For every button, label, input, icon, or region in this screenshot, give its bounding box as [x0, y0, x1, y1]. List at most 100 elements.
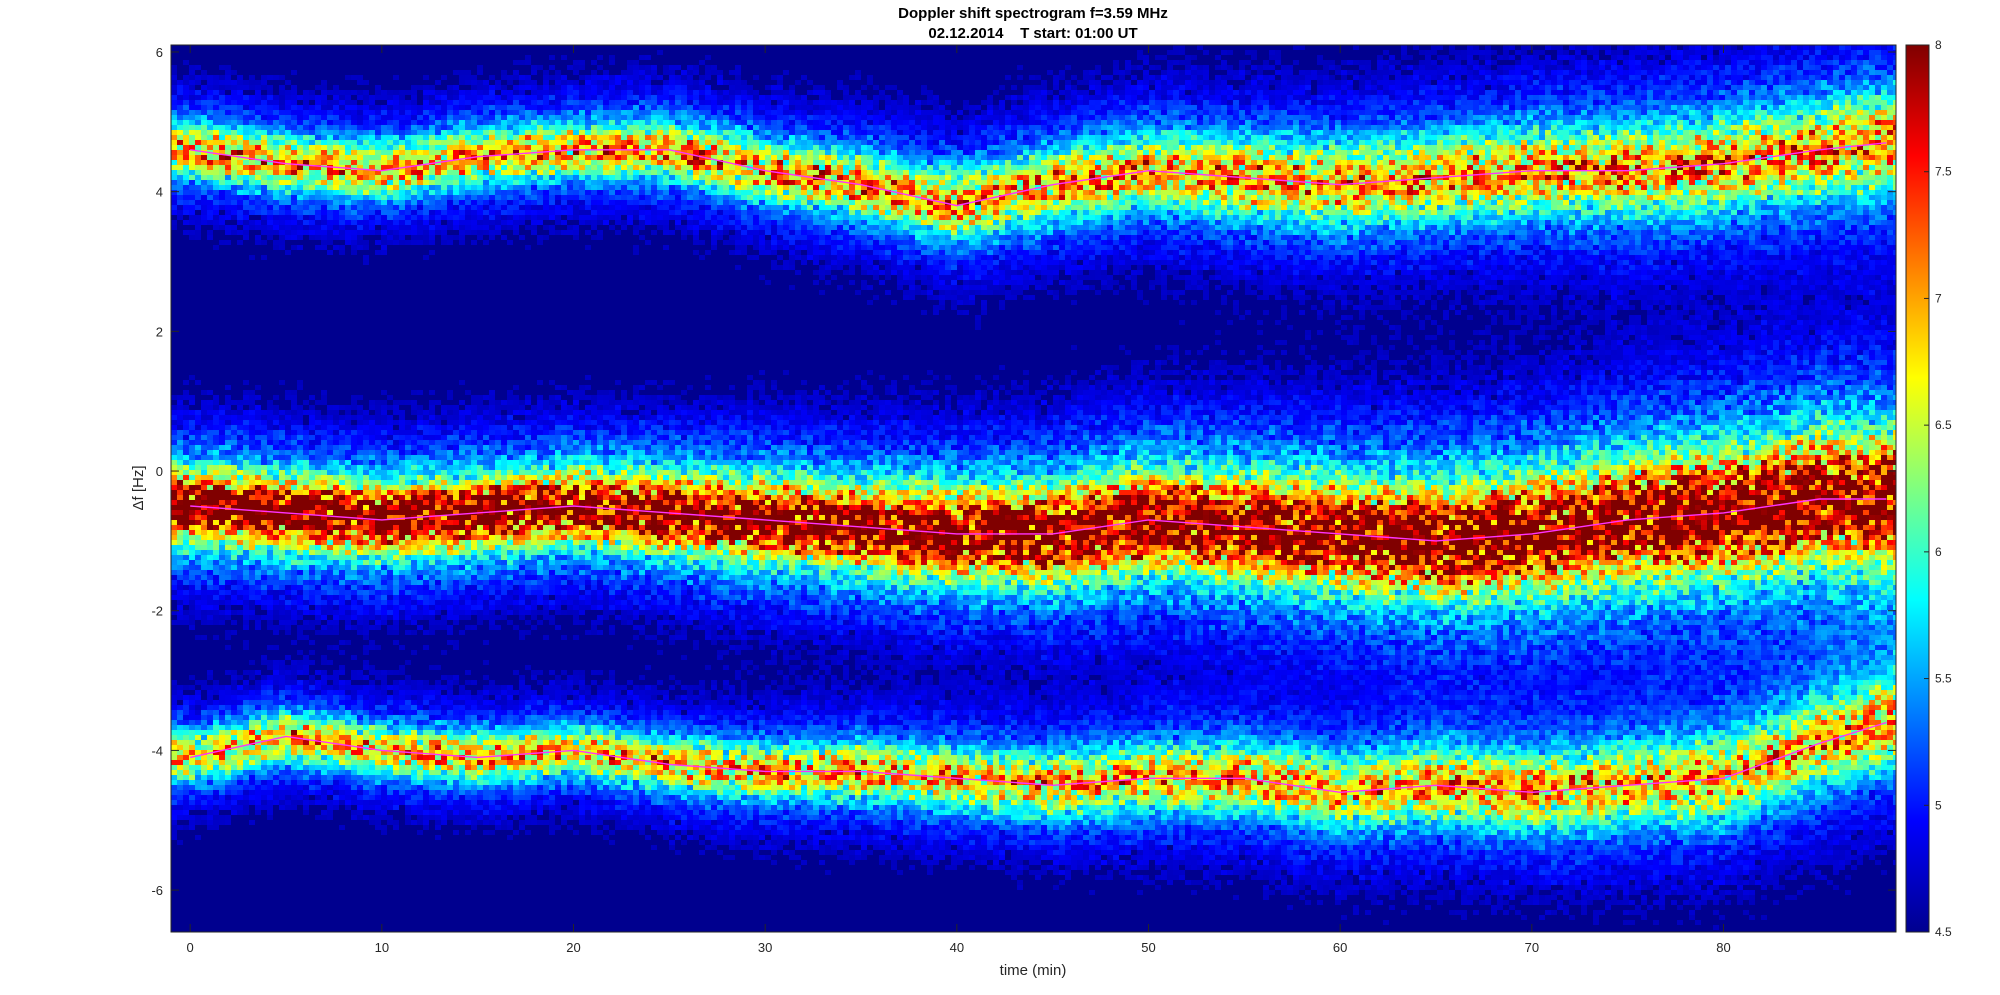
heatmap-cell: [177, 190, 183, 195]
heatmap-cell: [249, 170, 255, 175]
heatmap-cell: [213, 680, 219, 685]
heatmap-cell: [345, 695, 351, 700]
heatmap-cell: [387, 110, 393, 115]
heatmap-cell: [363, 505, 369, 510]
heatmap-cell: [405, 185, 411, 190]
heatmap-cell: [201, 585, 207, 590]
heatmap-cell: [195, 460, 201, 465]
heatmap-cell: [405, 775, 411, 780]
heatmap-cell: [321, 785, 327, 790]
heatmap-cell: [291, 425, 297, 430]
heatmap-cell: [369, 550, 375, 555]
heatmap-cell: [429, 250, 435, 255]
heatmap-cell: [321, 80, 327, 85]
heatmap-cell: [267, 620, 273, 625]
heatmap-cell: [189, 200, 195, 205]
heatmap-cell: [369, 520, 375, 525]
heatmap-cell: [201, 115, 207, 120]
heatmap-cell: [213, 400, 219, 405]
heatmap-cell: [303, 125, 309, 130]
heatmap-cell: [393, 190, 399, 195]
heatmap-cell: [195, 220, 201, 225]
heatmap-cell: [411, 570, 417, 575]
heatmap-cell: [339, 575, 345, 580]
heatmap-cell: [255, 615, 261, 620]
heatmap-cell: [243, 790, 249, 795]
heatmap-cell: [213, 550, 219, 555]
heatmap-cell: [387, 710, 393, 715]
heatmap-cell: [201, 525, 207, 530]
heatmap-cell: [195, 680, 201, 685]
heatmap-cell: [195, 575, 201, 580]
heatmap-cell: [273, 130, 279, 135]
heatmap-cell: [417, 215, 423, 220]
heatmap-cell: [261, 525, 267, 530]
heatmap-cell: [417, 220, 423, 225]
heatmap-cell: [441, 770, 447, 775]
heatmap-cell: [243, 85, 249, 90]
heatmap-cell: [267, 555, 273, 560]
heatmap-cell: [405, 135, 411, 140]
heatmap-cell: [393, 595, 399, 600]
heatmap-cell: [243, 585, 249, 590]
heatmap-cell: [375, 535, 381, 540]
heatmap-cell: [255, 430, 261, 435]
heatmap-cell: [357, 780, 363, 785]
heatmap-cell: [315, 460, 321, 465]
heatmap-cell: [273, 170, 279, 175]
heatmap-cell: [315, 630, 321, 635]
heatmap-cell: [303, 695, 309, 700]
heatmap-cell: [249, 570, 255, 575]
heatmap-cell: [339, 775, 345, 780]
heatmap-cell: [249, 800, 255, 805]
heatmap-cell: [285, 615, 291, 620]
heatmap-cell: [447, 425, 453, 430]
heatmap-cell: [393, 615, 399, 620]
heatmap-cell: [357, 415, 363, 420]
heatmap-cell: [369, 555, 375, 560]
heatmap-cell: [375, 140, 381, 145]
heatmap-cell: [405, 555, 411, 560]
heatmap-cell: [273, 450, 279, 455]
heatmap-cell: [333, 135, 339, 140]
heatmap-cell: [405, 175, 411, 180]
heatmap-cell: [351, 240, 357, 245]
heatmap-cell: [417, 545, 423, 550]
heatmap-cell: [273, 715, 279, 720]
heatmap-cell: [171, 790, 177, 795]
heatmap-cell: [309, 780, 315, 785]
heatmap-cell: [345, 735, 351, 740]
heatmap-cell: [189, 190, 195, 195]
heatmap-cell: [225, 445, 231, 450]
heatmap-cell: [177, 180, 183, 185]
heatmap-cell: [309, 230, 315, 235]
heatmap-cell: [309, 410, 315, 415]
heatmap-cell: [399, 715, 405, 720]
heatmap-cell: [405, 100, 411, 105]
heatmap-cell: [321, 455, 327, 460]
heatmap-cell: [171, 110, 177, 115]
heatmap-cell: [171, 150, 177, 155]
heatmap-cell: [171, 500, 177, 505]
heatmap-cell: [297, 135, 303, 140]
heatmap-cell: [429, 505, 435, 510]
heatmap-cell: [273, 575, 279, 580]
heatmap-cell: [381, 445, 387, 450]
heatmap-cell: [243, 115, 249, 120]
heatmap-cell: [237, 175, 243, 180]
heatmap-cell: [357, 220, 363, 225]
heatmap-cell: [357, 760, 363, 765]
heatmap-cell: [207, 445, 213, 450]
heatmap-cell: [267, 805, 273, 810]
heatmap-cell: [195, 455, 201, 460]
heatmap-cell: [363, 690, 369, 695]
heatmap-cell: [237, 800, 243, 805]
heatmap-cell: [435, 705, 441, 710]
heatmap-cell: [225, 190, 231, 195]
heatmap-cell: [417, 785, 423, 790]
heatmap-cell: [273, 500, 279, 505]
heatmap-cell: [171, 820, 177, 825]
heatmap-cell: [321, 660, 327, 665]
heatmap-cell: [219, 790, 225, 795]
heatmap-cell: [189, 175, 195, 180]
